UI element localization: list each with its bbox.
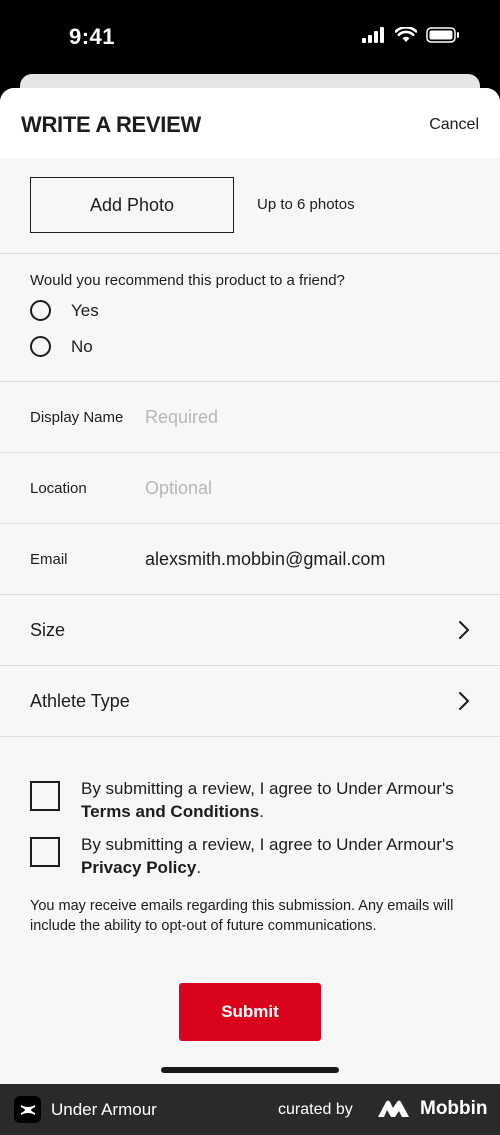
terms-agreement-text: By submitting a review, I agree to Under… xyxy=(81,777,454,823)
mobbin-logo-icon xyxy=(378,1100,409,1117)
photo-limit-hint: Up to 6 photos xyxy=(257,196,355,213)
display-name-label: Display Name xyxy=(30,409,124,426)
cancel-button[interactable]: Cancel xyxy=(429,116,479,134)
radio-label-no: No xyxy=(71,336,93,356)
athlete-type-select[interactable]: Athlete Type xyxy=(0,666,500,737)
radio-circle[interactable] xyxy=(30,336,51,357)
status-time: 9:41 xyxy=(69,24,116,49)
sheet-header: WRITE A REVIEW Cancel xyxy=(0,88,500,158)
email-row: Email xyxy=(0,524,500,595)
submit-button[interactable]: Submit xyxy=(179,983,321,1041)
footer-app-name: Under Armour xyxy=(51,1100,157,1119)
size-label: Size xyxy=(30,620,66,640)
under-armour-logo-icon xyxy=(14,1096,41,1123)
footer-bar: Under Armour curated by Mobbin xyxy=(0,1084,500,1135)
terms-link[interactable]: Terms and Conditions xyxy=(81,802,259,821)
radio-circle[interactable] xyxy=(30,300,51,321)
add-photo-button[interactable]: Add Photo xyxy=(30,177,234,233)
wifi-icon xyxy=(395,27,417,42)
display-name-row: Display Name xyxy=(0,382,500,453)
terms-checkbox[interactable] xyxy=(30,781,60,811)
terms-agreement[interactable]: By submitting a review, I agree to Under… xyxy=(30,777,480,823)
recommend-section: Would you recommend this product to a fr… xyxy=(0,254,500,382)
chevron-right-icon xyxy=(459,621,469,639)
size-select[interactable]: Size xyxy=(0,595,500,666)
privacy-agreement-text: By submitting a review, I agree to Under… xyxy=(81,833,454,879)
recommend-question: Would you recommend this product to a fr… xyxy=(30,272,345,289)
chevron-right-icon xyxy=(459,692,469,710)
email-label: Email xyxy=(30,551,68,568)
footer-brand: Mobbin xyxy=(420,1098,488,1119)
display-name-input[interactable] xyxy=(145,400,475,434)
under-armour-mark-icon xyxy=(20,1104,35,1115)
privacy-period: . xyxy=(196,858,202,877)
page-title: WRITE A REVIEW xyxy=(21,112,201,137)
photo-section: Add Photo Up to 6 photos xyxy=(0,158,500,254)
email-input[interactable] xyxy=(145,542,475,576)
footer-curated-by: curated by xyxy=(278,1101,353,1118)
privacy-agreement[interactable]: By submitting a review, I agree to Under… xyxy=(30,833,480,879)
privacy-link[interactable]: Privacy Policy xyxy=(81,858,196,877)
terms-period: . xyxy=(259,802,264,821)
review-sheet: WRITE A REVIEW Cancel Add Photo Up to 6 … xyxy=(0,88,500,1084)
status-bar: 9:41 xyxy=(0,0,500,76)
battery-icon xyxy=(426,27,459,43)
radio-label-yes: Yes xyxy=(71,300,99,320)
location-label: Location xyxy=(30,480,87,497)
privacy-checkbox[interactable] xyxy=(30,837,60,867)
home-indicator xyxy=(161,1067,339,1073)
recommend-no-radio[interactable]: No xyxy=(30,336,93,357)
location-row: Location xyxy=(0,453,500,524)
terms-prefix: By submitting a review, I agree to Under… xyxy=(81,779,454,798)
athlete-type-label: Athlete Type xyxy=(30,691,130,711)
location-input[interactable] xyxy=(145,471,475,505)
status-icons xyxy=(362,27,460,43)
recommend-yes-radio[interactable]: Yes xyxy=(30,300,99,321)
privacy-prefix: By submitting a review, I agree to Under… xyxy=(81,835,454,854)
email-disclaimer: You may receive emails regarding this su… xyxy=(30,898,454,934)
cellular-signal-icon xyxy=(362,27,384,43)
